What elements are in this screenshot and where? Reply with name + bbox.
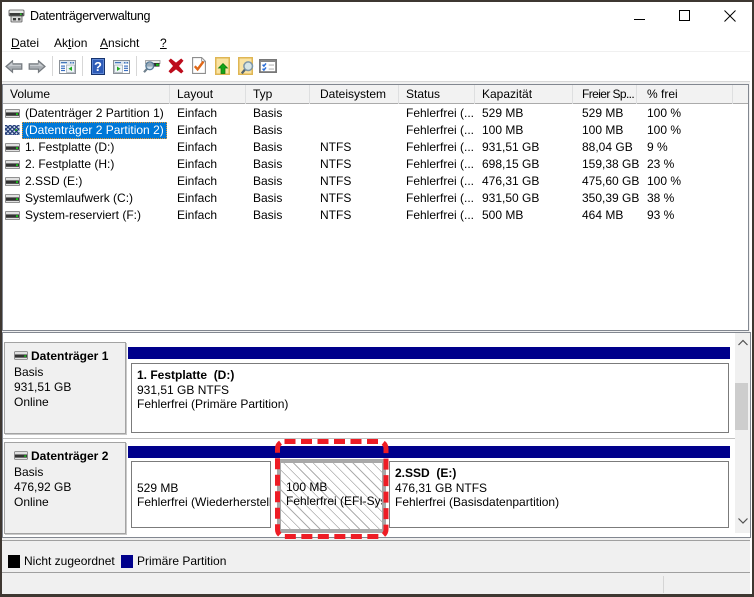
svg-text:?: ?: [94, 59, 102, 74]
